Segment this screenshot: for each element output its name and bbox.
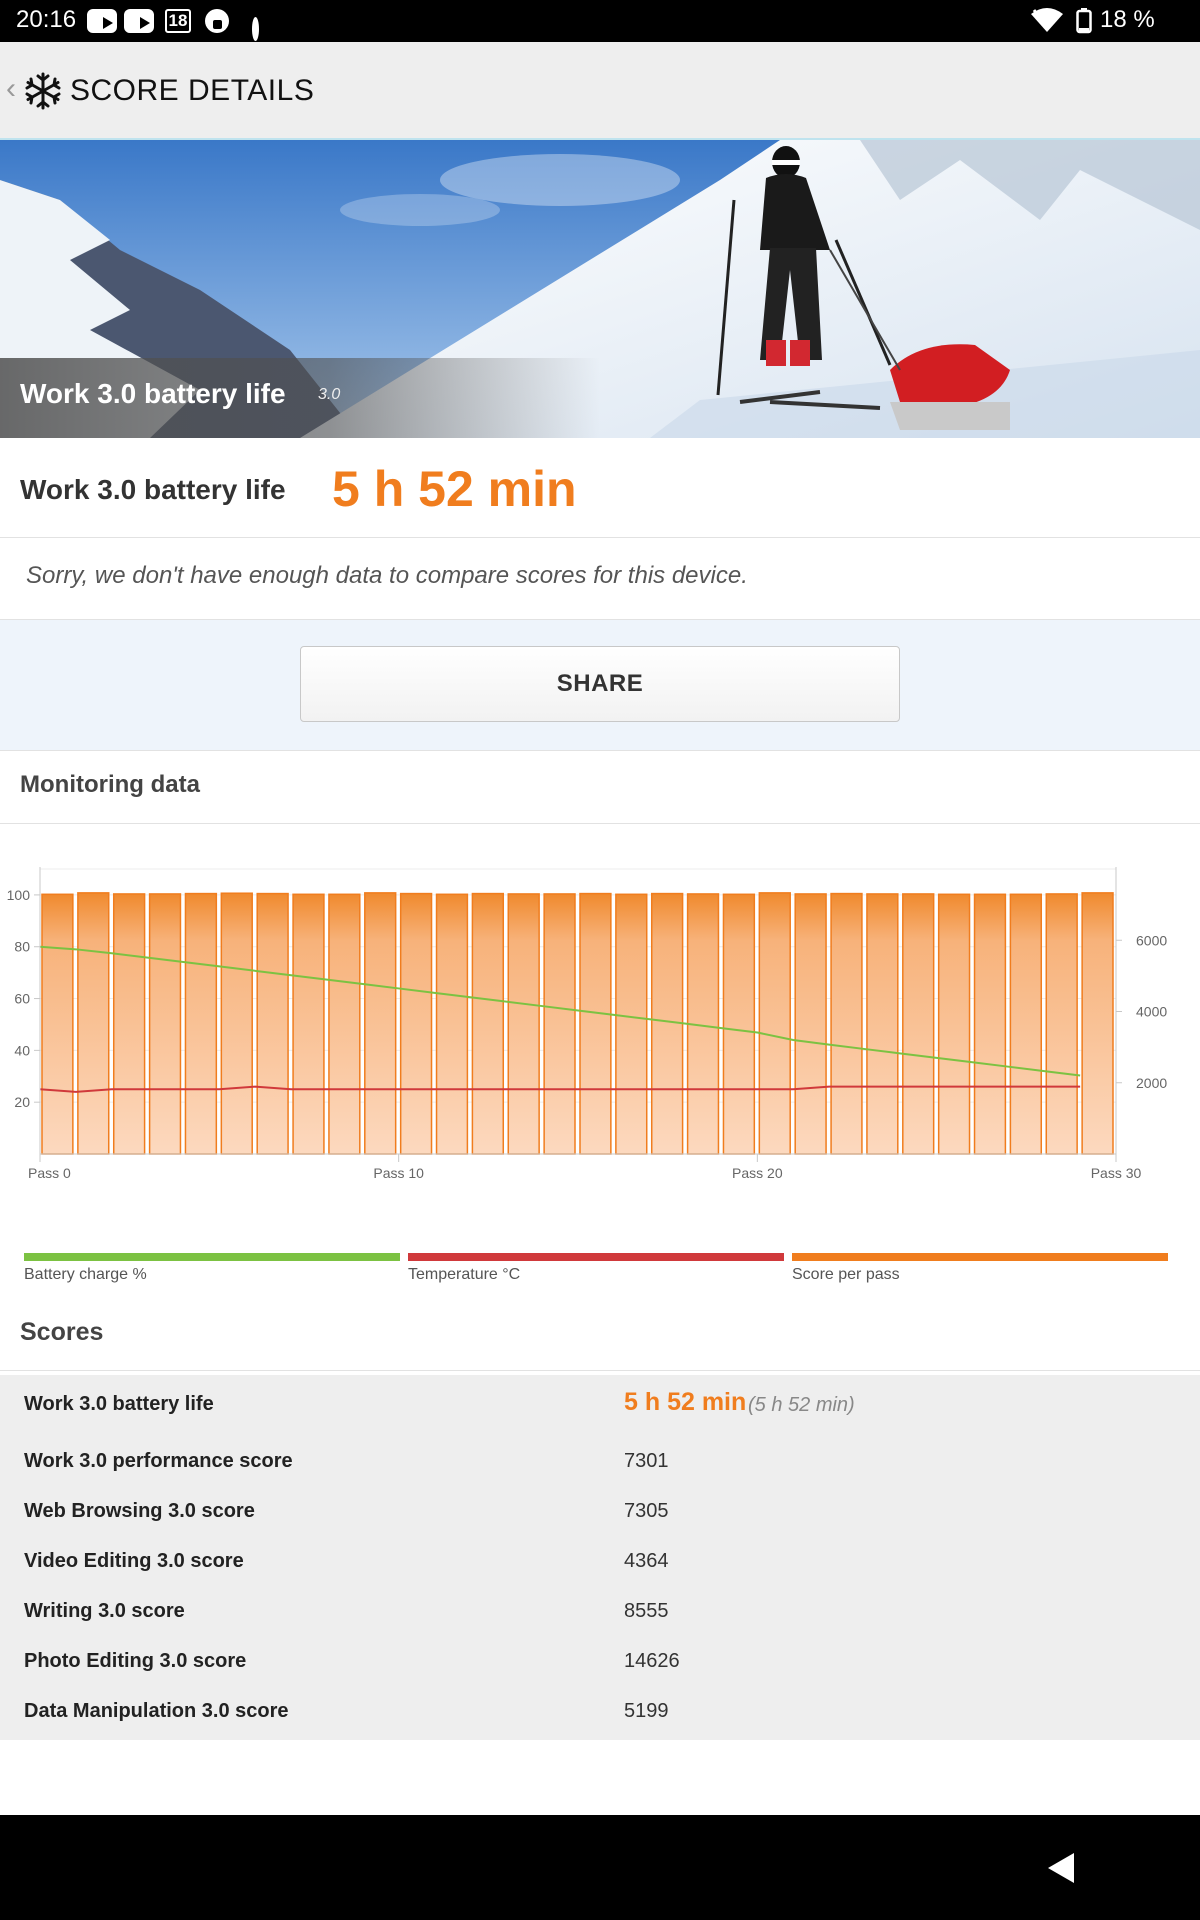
score-value-detail: (5 h 52 min) <box>748 1394 855 1416</box>
back-chevron-icon[interactable]: ‹ <box>6 72 16 106</box>
left-tick-label: 60 <box>14 991 30 1007</box>
soccer-ball-icon <box>205 9 229 33</box>
score-bar <box>256 892 289 1155</box>
score-bar <box>1081 892 1114 1155</box>
score-bar <box>112 893 146 1155</box>
hero-caption-title: Work 3.0 battery life <box>20 378 286 409</box>
score-name: Photo Editing 3.0 score <box>24 1650 247 1672</box>
score-name: Work 3.0 performance score <box>24 1450 293 1472</box>
score-value: 14626 <box>624 1650 680 1672</box>
hero-caption-version: 3.0 <box>318 386 341 403</box>
score-bar <box>794 893 827 1155</box>
share-button[interactable]: SHARE <box>300 646 900 722</box>
right-tick-label: 2000 <box>1136 1075 1167 1091</box>
score-bar <box>1009 893 1043 1155</box>
score-name: Work 3.0 battery life <box>24 1393 214 1415</box>
more-notifications-icon <box>252 17 259 41</box>
score-bar <box>973 893 1007 1155</box>
hero-banner: Work 3.0 battery life 3.0 <box>0 140 1200 438</box>
battery-level: 18 % <box>1100 6 1155 33</box>
right-tick-label: 6000 <box>1136 932 1167 948</box>
result-value: 5 h 52 min <box>332 461 577 517</box>
navigation-bar <box>0 1815 1200 1920</box>
score-bar <box>758 892 791 1155</box>
left-tick-label: 80 <box>14 939 30 955</box>
score-value: 4364 <box>624 1550 669 1572</box>
score-bar <box>148 893 182 1155</box>
monitoring-chart: 20 40 60 80 100 2000 4000 6000 Pass 0 Pass 10 Pass… <box>0 824 1200 1290</box>
score-value: 7305 <box>624 1500 669 1522</box>
scores-divider <box>0 1370 1200 1371</box>
legend-label: Battery charge % <box>24 1266 147 1283</box>
score-bar <box>579 892 612 1155</box>
score-bar <box>650 892 684 1155</box>
score-row: Data Manipulation 3.0 score 5199 <box>0 1682 1200 1740</box>
score-bar <box>830 892 863 1155</box>
score-bar <box>1045 893 1078 1155</box>
score-name: Writing 3.0 score <box>24 1600 185 1622</box>
monitoring-header: Monitoring data <box>0 750 1200 824</box>
share-area: SHARE <box>0 620 1200 750</box>
hero-caption: Work 3.0 battery life 3.0 <box>0 358 600 438</box>
score-bar <box>615 893 648 1155</box>
result-label: Work 3.0 battery life <box>20 474 286 505</box>
score-bar <box>399 892 433 1155</box>
nav-back-icon[interactable] <box>1048 1853 1074 1883</box>
result-summary: Work 3.0 battery life 5 h 52 min <box>0 438 1200 538</box>
comparison-notice-text: Sorry, we don't have enough data to comp… <box>26 562 748 589</box>
left-tick-label: 100 <box>7 887 31 903</box>
legend-swatch <box>792 1253 1168 1261</box>
chart-canvas: 20 40 60 80 100 2000 4000 6000 Pass 0 Pass 10 Pass… <box>7 867 1168 1283</box>
score-bar <box>543 893 576 1155</box>
wifi-icon <box>1031 8 1063 32</box>
score-name: Video Editing 3.0 score <box>24 1550 244 1572</box>
score-bar <box>292 893 325 1155</box>
scores-title: Scores <box>20 1318 104 1346</box>
x-tick-label: Pass 0 <box>28 1165 71 1181</box>
legend-swatch <box>24 1253 400 1261</box>
score-bar <box>507 893 540 1155</box>
right-tick-label: 4000 <box>1136 1004 1167 1020</box>
score-bar <box>937 893 971 1155</box>
score-name: Data Manipulation 3.0 score <box>24 1700 289 1722</box>
x-tick-label: Pass 20 <box>732 1165 783 1181</box>
x-tick-label: Pass 10 <box>373 1165 424 1181</box>
score-bar <box>902 893 935 1155</box>
comparison-notice: Sorry, we don't have enough data to comp… <box>0 538 1200 620</box>
score-value: 5 h 52 min <box>624 1388 747 1416</box>
score-bar <box>471 892 505 1155</box>
legend-label: Score per pass <box>792 1266 900 1283</box>
score-bar <box>328 893 361 1155</box>
score-bar <box>41 893 74 1155</box>
page-title: SCORE DETAILS <box>70 74 315 107</box>
score-bar <box>722 893 756 1155</box>
score-name: Web Browsing 3.0 score <box>24 1500 255 1522</box>
monitoring-title: Monitoring data <box>20 771 200 798</box>
youtube-icon <box>124 9 154 33</box>
score-bar <box>364 892 397 1155</box>
x-tick-label: Pass 30 <box>1091 1165 1142 1181</box>
score-value: 8555 <box>624 1600 669 1622</box>
battery-icon <box>1076 8 1092 34</box>
left-tick-label: 20 <box>14 1094 30 1110</box>
score-bar <box>184 892 218 1155</box>
score-bar <box>220 892 253 1155</box>
status-time: 20:16 <box>16 6 77 33</box>
status-bar: 20:16 18 18 % <box>0 0 1200 42</box>
score-row: Work 3.0 battery life 5 h 52 min (5 h 52 m… <box>0 1375 1200 1433</box>
score-bar <box>435 893 469 1155</box>
snowflake-logo-icon[interactable] <box>24 72 62 110</box>
score-value: 5199 <box>624 1700 669 1722</box>
legend-label: Temperature °C <box>408 1266 520 1283</box>
score-bar <box>77 892 110 1155</box>
app-header: ‹ SCORE DETAILS <box>0 42 1200 140</box>
score-value: 7301 <box>624 1450 669 1472</box>
score-bar <box>866 893 899 1155</box>
youtube-icon <box>87 9 117 33</box>
legend-swatch <box>408 1253 784 1261</box>
calendar-icon: 18 <box>165 9 191 33</box>
left-tick-label: 40 <box>14 1042 30 1058</box>
